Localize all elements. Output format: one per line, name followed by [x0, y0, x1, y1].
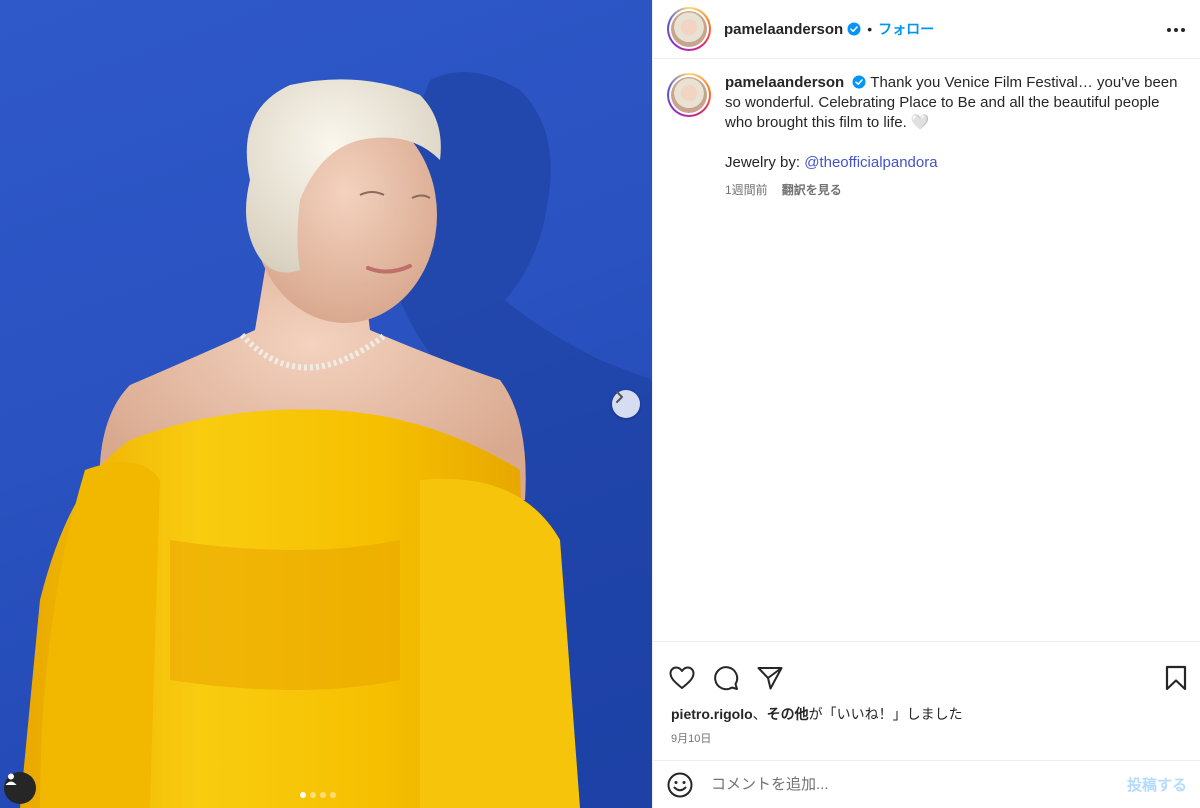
avatar[interactable] — [667, 7, 711, 51]
post-photo — [20, 72, 652, 808]
caption-meta: 1週間前 翻訳を見る — [725, 180, 1185, 200]
verified-badge-icon — [852, 75, 866, 89]
heart-icon — [669, 666, 695, 689]
avatar-image — [671, 11, 707, 47]
avatar-image — [671, 77, 707, 113]
like-button[interactable] — [669, 666, 695, 690]
caption-avatar[interactable] — [667, 73, 711, 117]
follow-button[interactable]: フォロー — [878, 19, 934, 39]
post-header: pamelaanderson • フォロー — [653, 0, 1200, 59]
caption-time[interactable]: 1週間前 — [725, 180, 768, 200]
carousel-dot — [310, 792, 316, 798]
liked-others-link[interactable]: その他 — [767, 706, 809, 722]
caption-username[interactable]: pamelaanderson — [725, 74, 844, 91]
comment-input[interactable] — [711, 776, 1127, 793]
comment-bubble-icon — [714, 666, 739, 691]
post-sidebar: pamelaanderson • フォロー pamelaanderson Tha… — [652, 0, 1200, 808]
liked-suffix: が「いいね！」しました — [808, 706, 963, 722]
comment-button[interactable] — [713, 665, 739, 691]
liked-by-user-link[interactable]: pietro.rigolo — [671, 706, 753, 722]
emoji-picker-button[interactable] — [667, 772, 693, 798]
carousel-indicator — [300, 792, 336, 798]
chevron-right-icon — [616, 391, 623, 403]
likes-summary: pietro.rigolo、その他が「いいね！」しました — [653, 698, 1200, 724]
liked-by-separator: 、 — [752, 706, 767, 722]
translate-button[interactable]: 翻訳を見る — [782, 180, 842, 200]
post-actions-section: pietro.rigolo、その他が「いいね！」しました 9月10日 — [653, 641, 1200, 746]
post-date[interactable]: 9月10日 — [653, 724, 1200, 746]
more-options-button[interactable] — [1166, 20, 1186, 38]
user-icon — [5, 773, 17, 785]
more-horizontal-icon — [1167, 28, 1185, 32]
post-caption: pamelaanderson Thank you Venice Film Fes… — [653, 59, 1200, 200]
send-paper-plane-icon — [757, 667, 783, 690]
save-button[interactable] — [1165, 665, 1187, 691]
bookmark-icon — [1165, 665, 1187, 691]
header-username[interactable]: pamelaanderson — [724, 21, 843, 38]
carousel-dot — [330, 792, 336, 798]
separator-dot: • — [867, 21, 873, 37]
post-media[interactable] — [0, 0, 652, 808]
tagged-users-button[interactable] — [4, 772, 36, 804]
caption-body: pamelaanderson Thank you Venice Film Fes… — [725, 73, 1185, 200]
action-bar — [653, 642, 1200, 698]
verified-badge-icon — [847, 22, 861, 36]
caption-jewelry-line: Jewelry by: @theofficialpandora — [725, 153, 1185, 173]
comment-composer: 投稿する — [653, 760, 1200, 808]
carousel-dot — [320, 792, 326, 798]
post-comment-button[interactable]: 投稿する — [1127, 774, 1187, 795]
carousel-dot — [300, 792, 306, 798]
smiley-icon — [667, 772, 693, 797]
share-button[interactable] — [757, 666, 783, 690]
carousel-next-button[interactable] — [612, 390, 640, 418]
jewelry-mention-link[interactable]: @theofficialpandora — [804, 154, 937, 171]
jewelry-label: Jewelry by: — [725, 154, 805, 171]
